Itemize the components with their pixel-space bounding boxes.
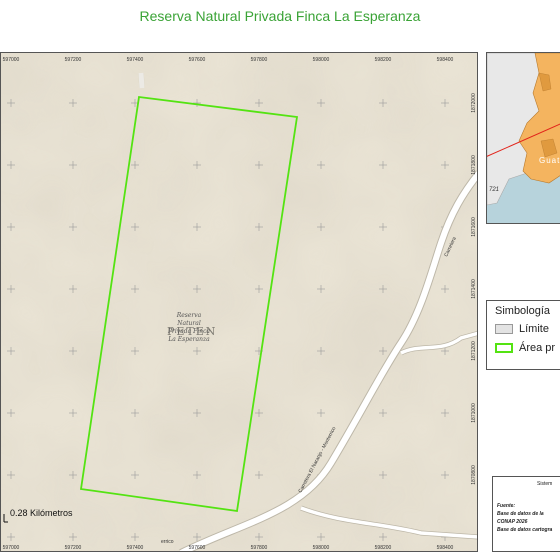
x-tick-label: 597400	[127, 57, 144, 63]
inset-marker-label: 721	[489, 187, 499, 193]
inset-map[interactable]: Guate 721	[486, 52, 560, 224]
svg-text:Reserva: Reserva	[176, 312, 202, 319]
legend-item-label: Límite	[519, 323, 549, 335]
inset-country-label: Guate	[539, 156, 560, 165]
legend-item-label: Área pr	[519, 342, 556, 354]
inset-canvas: Guate 721	[487, 53, 560, 223]
x-tick-label: 598000	[313, 545, 330, 551]
y-tick-label: 1872000	[471, 93, 477, 113]
y-tick-label: 1870800	[471, 465, 477, 485]
x-tick-label: 598200	[375, 57, 392, 63]
y-tick-label: 1871600	[471, 217, 477, 237]
y-tick-label: 1871000	[471, 403, 477, 423]
y-tick-label: 1871400	[471, 279, 477, 299]
x-tick-label: 597000	[3, 57, 20, 63]
svg-text:La Esperanza: La Esperanza	[167, 336, 210, 343]
hillshade	[1, 53, 477, 551]
road-label: errico	[161, 539, 174, 545]
info-line: Base de datos de la	[497, 511, 544, 517]
x-tick-label: 597000	[3, 545, 20, 551]
svg-text:Natural: Natural	[176, 320, 201, 327]
info-line: CONAP 2026	[497, 519, 528, 525]
x-tick-label: 597200	[65, 57, 82, 63]
info-line: Fuente:	[497, 503, 516, 509]
x-tick-label: 597400	[127, 545, 144, 551]
info-line: Base de datos cartogra	[497, 527, 553, 533]
x-tick-label: 597800	[251, 57, 268, 63]
x-tick-label: 597600	[189, 545, 206, 551]
limit-swatch	[495, 324, 513, 335]
x-tick-label: 597800	[251, 545, 268, 551]
x-tick-label: 597200	[65, 545, 82, 551]
scale-label: 0.28 Kilómetros	[10, 508, 73, 518]
x-tick-label: 598400	[437, 545, 454, 551]
x-tick-label: 597600	[189, 57, 206, 63]
info-panel: Sistem Fuente: Base de datos de la CONAP…	[492, 476, 560, 552]
legend: Simbología Límite Área pr	[486, 300, 560, 370]
map-title: Reserva Natural Privada Finca La Esperan…	[139, 8, 421, 24]
y-tick-label: 1871200	[471, 341, 477, 361]
x-tick-label: 598400	[437, 57, 454, 63]
main-map[interactable]: Carretera El Naranjo - Monterrico Carret…	[0, 52, 478, 552]
area-swatch	[495, 343, 513, 354]
x-tick-label: 598000	[313, 57, 330, 63]
map-canvas: Carretera El Naranjo - Monterrico Carret…	[1, 53, 477, 551]
y-tick-label: 1871800	[471, 155, 477, 175]
svg-text:Privada Finca: Privada Finca	[167, 328, 210, 335]
legend-item-limit: Límite	[495, 323, 549, 335]
info-header: Sistem	[537, 481, 553, 487]
legend-item-area: Área pr	[495, 342, 555, 354]
x-tick-label: 598200	[375, 545, 392, 551]
legend-title: Simbología	[495, 305, 551, 317]
